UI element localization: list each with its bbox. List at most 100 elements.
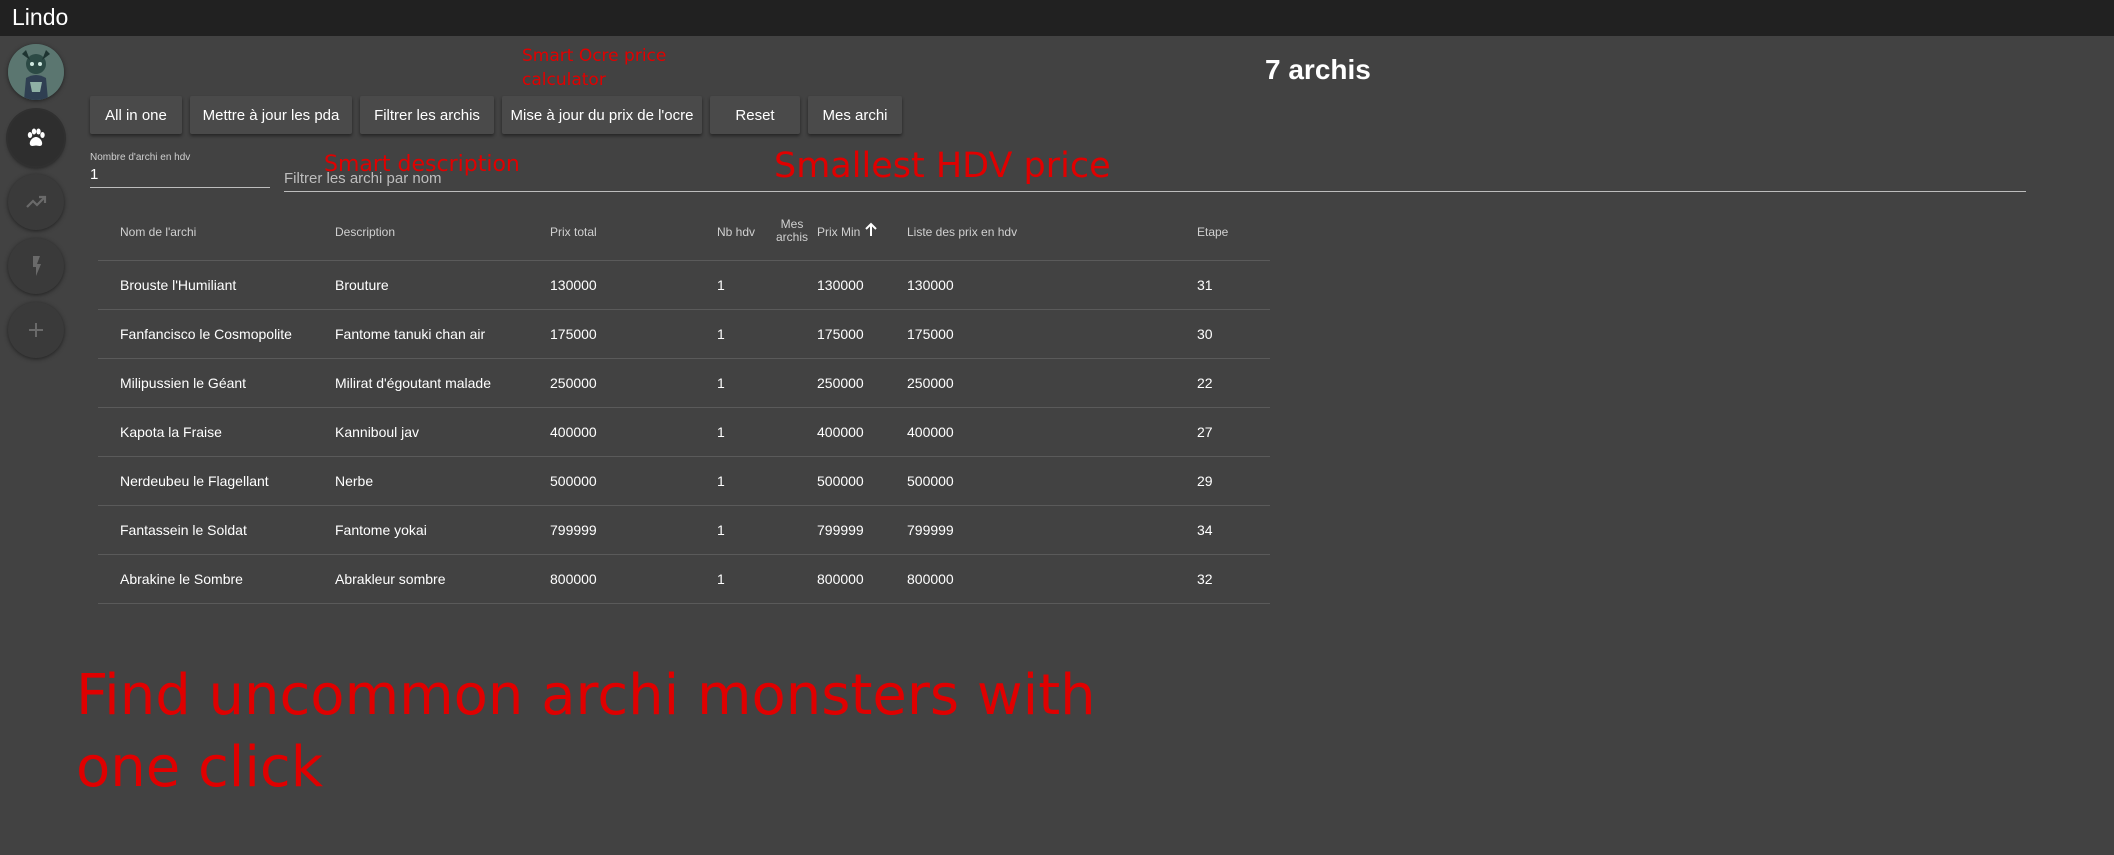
cell-name: Brouste l'Humiliant [120, 277, 237, 293]
cell-nb-hdv: 1 [717, 522, 725, 538]
cell-price-list: 130000 [907, 277, 954, 293]
cell-step: 29 [1197, 473, 1213, 489]
update-pda-button[interactable]: Mettre à jour les pda [190, 96, 352, 134]
header-price-list[interactable]: Liste des prix en hdv [907, 225, 1017, 239]
cell-description: Brouture [335, 277, 389, 293]
table-row[interactable]: Fanfancisco le Cosmopolite Fantome tanuki… [98, 310, 1270, 359]
cell-nb-hdv: 1 [717, 375, 725, 391]
sidebar-item-lightning[interactable] [8, 238, 64, 294]
cell-step: 30 [1197, 326, 1213, 342]
annotation-smallest-hdv: Smallest HDV price [774, 146, 1111, 186]
plus-icon [29, 323, 43, 337]
table-header: Nom de l'archi Description Prix total Nb… [98, 208, 1270, 261]
cell-name: Nerdeubeu le Flagellant [120, 473, 269, 489]
cell-step: 27 [1197, 424, 1213, 440]
cell-name: Abrakine le Sombre [120, 571, 243, 587]
avatar[interactable] [8, 44, 64, 100]
cell-description: Fantome yokai [335, 522, 427, 538]
hdv-count-input[interactable]: 1 [90, 166, 270, 183]
cell-description: Kanniboul jav [335, 424, 420, 440]
cell-description: Abrakleur sombre [335, 571, 446, 587]
cell-total-price: 130000 [550, 277, 597, 293]
cell-price-list: 175000 [907, 326, 954, 342]
archi-table: Nom de l'archi Description Prix total Nb… [98, 208, 1270, 604]
hdv-count-underline [90, 187, 270, 188]
app-title: Lindo [12, 4, 69, 30]
cell-min-price: 400000 [817, 424, 864, 440]
header-my-archis-line1: Mes [780, 217, 804, 231]
header-step[interactable]: Etape [1197, 225, 1228, 239]
cell-price-list: 400000 [907, 424, 954, 440]
cell-name: Fantassein le Soldat [120, 522, 247, 538]
cell-nb-hdv: 1 [717, 571, 725, 587]
sidebar-item-trending[interactable] [8, 174, 64, 230]
table-row[interactable]: Nerdeubeu le Flagellant Nerbe 500000 1 50000… [98, 457, 1270, 506]
cell-total-price: 500000 [550, 473, 597, 489]
cell-total-price: 400000 [550, 424, 597, 440]
title-bar: Lindo [0, 0, 2114, 36]
annotation-find-archi: Find uncommon archi monsters with one cl… [76, 663, 1096, 800]
cell-name: Fanfancisco le Cosmopolite [120, 326, 292, 342]
cell-nb-hdv: 1 [717, 326, 725, 342]
table-row[interactable]: Fantassein le Soldat Fantome yokai 799999 1… [98, 506, 1270, 555]
cell-description: Nerbe [335, 473, 374, 489]
cell-total-price: 799999 [550, 522, 597, 538]
reset-button[interactable]: Reset [710, 96, 800, 134]
my-archi-button[interactable]: Mes archi [808, 96, 902, 134]
cell-total-price: 250000 [550, 375, 597, 391]
header-nb-hdv[interactable]: Nb hdv [717, 225, 755, 239]
header-min-price[interactable]: Prix Min [817, 225, 860, 239]
cell-total-price: 800000 [550, 571, 597, 587]
cell-min-price: 500000 [817, 473, 864, 489]
cell-step: 22 [1197, 375, 1213, 391]
lightning-icon [33, 256, 41, 276]
header-my-archis[interactable]: Mes archis [775, 218, 809, 244]
cell-step: 34 [1197, 522, 1213, 538]
table-row[interactable]: Kapota la Fraise Kanniboul jav 400000 1 4000… [98, 408, 1270, 457]
cell-name: Kapota la Fraise [120, 424, 222, 440]
cell-nb-hdv: 1 [717, 424, 725, 440]
sidebar-item-archi[interactable] [8, 110, 64, 166]
header-description[interactable]: Description [335, 225, 395, 239]
cell-name: Milipussien le Géant [120, 375, 247, 391]
all-in-one-button[interactable]: All in one [90, 96, 182, 134]
annotation-ocre-calculator: Smart Ocre price calculator [522, 46, 667, 90]
avatar-image [8, 44, 64, 100]
cell-price-list: 800000 [907, 571, 954, 587]
cell-nb-hdv: 1 [717, 277, 725, 293]
name-filter-underline [284, 191, 2026, 192]
name-filter-field[interactable]: Filtrer les archi par nom [284, 170, 2026, 192]
table-row[interactable]: Abrakine le Sombre Abrakleur sombre 800000… [98, 555, 1270, 604]
cell-min-price: 250000 [817, 375, 864, 391]
sort-ascending-icon[interactable] [864, 222, 878, 238]
update-ocre-price-button[interactable]: Mise à jour du prix de l'ocre [502, 96, 702, 134]
cell-description: Fantome tanuki chan air [335, 326, 486, 342]
cell-price-list: 500000 [907, 473, 954, 489]
table-row[interactable]: Brouste l'Humiliant Brouture 130000 1 130000… [98, 261, 1270, 310]
filter-archis-button[interactable]: Filtrer les archis [360, 96, 494, 134]
cell-min-price: 799999 [817, 522, 864, 538]
cell-price-list: 250000 [907, 375, 954, 391]
cell-min-price: 800000 [817, 571, 864, 587]
cell-nb-hdv: 1 [717, 473, 725, 489]
table-body: Brouste l'Humiliant Brouture 130000 1 130000… [98, 261, 1270, 604]
header-my-archis-line2: archis [775, 230, 808, 244]
cell-description: Milirat d'égoutant malade [335, 375, 491, 391]
annotation-smart-description: Smart description [324, 152, 520, 177]
sidebar-item-add[interactable] [8, 302, 64, 358]
trending-up-icon [26, 195, 47, 208]
header-name[interactable]: Nom de l'archi [120, 225, 196, 239]
name-filter-input[interactable]: Filtrer les archi par nom [284, 170, 2026, 187]
header-total-price[interactable]: Prix total [550, 225, 597, 239]
cell-step: 31 [1197, 277, 1213, 293]
hdv-count-label: Nombre d'archi en hdv [90, 152, 191, 163]
hdv-count-field[interactable]: Nombre d'archi en hdv 1 [90, 152, 270, 188]
cell-step: 32 [1197, 571, 1213, 587]
cell-total-price: 175000 [550, 326, 597, 342]
cell-price-list: 799999 [907, 522, 954, 538]
cell-min-price: 130000 [817, 277, 864, 293]
table-row[interactable]: Milipussien le Géant Milirat d'égoutant m… [98, 359, 1270, 408]
cell-min-price: 175000 [817, 326, 864, 342]
archi-count-title: 7 archis [1265, 54, 1371, 85]
paw-icon [27, 128, 45, 146]
